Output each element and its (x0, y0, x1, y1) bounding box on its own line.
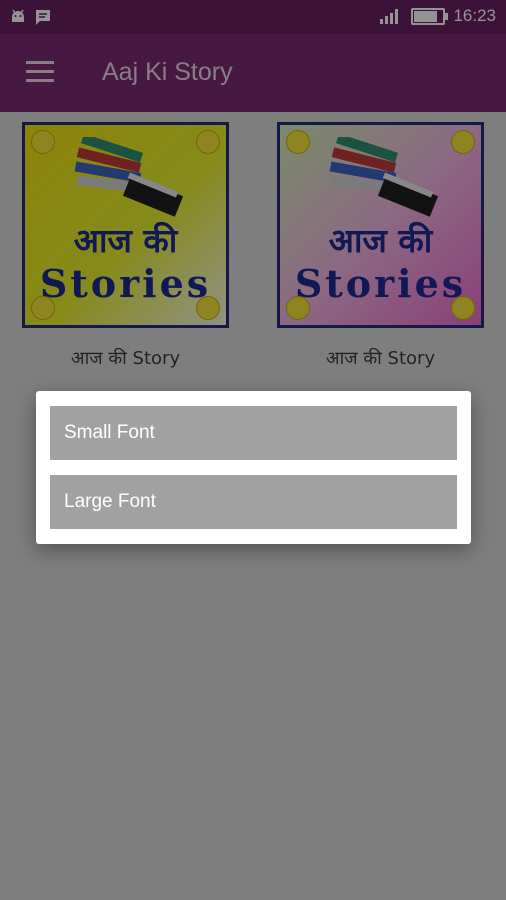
small-font-button[interactable]: Small Font (50, 406, 457, 460)
large-font-button[interactable]: Large Font (50, 475, 457, 529)
font-size-dialog: Small Font Large Font (36, 391, 471, 544)
